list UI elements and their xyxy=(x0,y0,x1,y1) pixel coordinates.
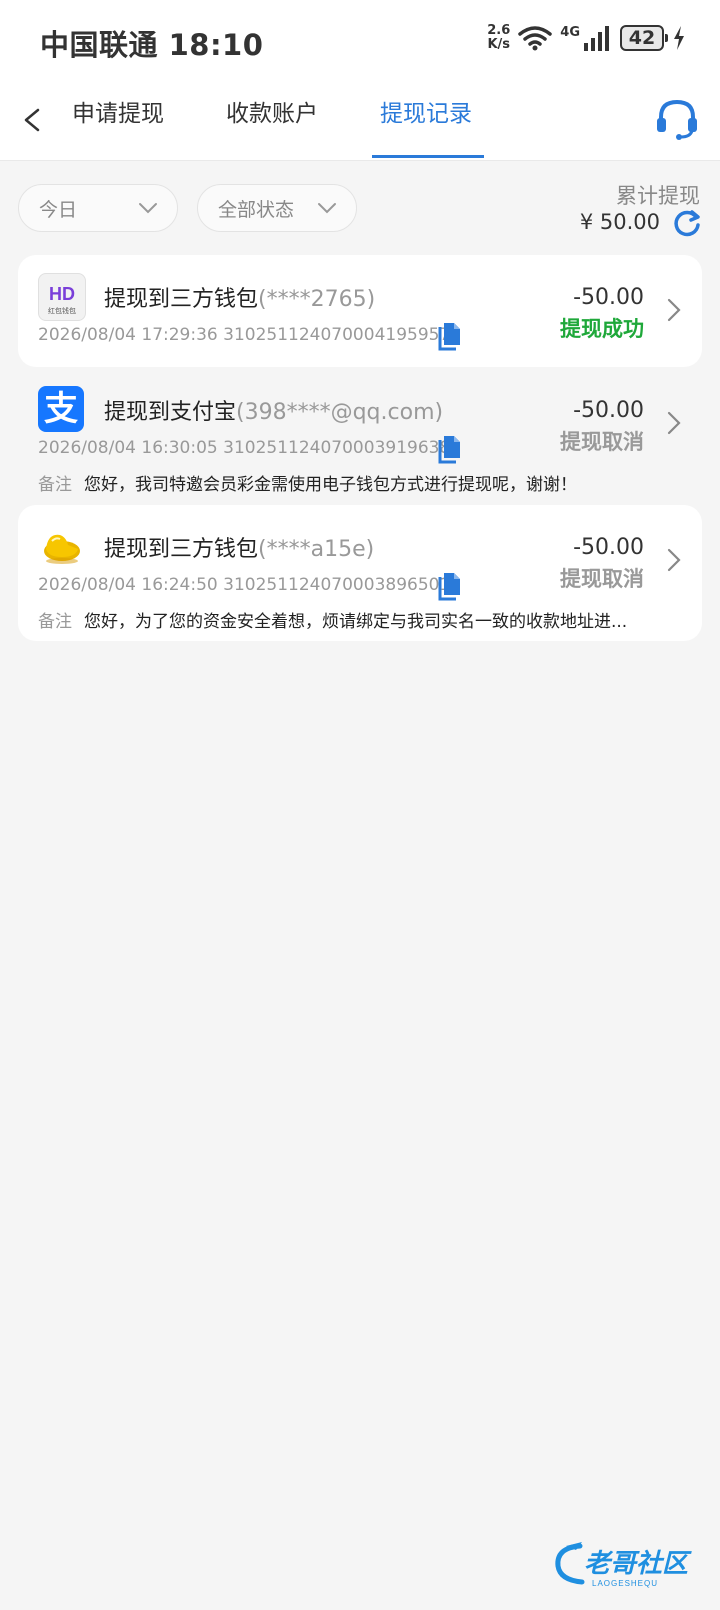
charging-icon xyxy=(674,26,684,50)
record-card[interactable]: 支 提现到支付宝(398****@qq.com) 2026/08/04 16:3… xyxy=(18,368,702,495)
chevron-down-icon xyxy=(318,203,336,214)
record-status: 提现取消 xyxy=(560,430,644,454)
signal-icon xyxy=(584,26,609,51)
record-card[interactable]: 提现到三方钱包(****a15e) 2026/08/04 16:24:50 31… xyxy=(18,505,702,641)
tab-payee-accounts[interactable]: 收款账户 xyxy=(226,98,318,158)
copy-icon[interactable] xyxy=(436,434,462,464)
record-amount: -50.00 xyxy=(573,285,644,310)
record-status: 提现取消 xyxy=(560,567,644,591)
carrier-time: 中国联通 18:10 xyxy=(40,28,264,62)
status-filter[interactable]: 全部状态 xyxy=(197,184,357,232)
status-bar: 中国联通 18:10 2.6 K/s 4G 42 xyxy=(0,0,720,82)
gold-shoe-logo xyxy=(38,523,84,569)
chevron-right-icon xyxy=(667,298,681,322)
date-filter[interactable]: 今日 xyxy=(18,184,178,232)
record-title: 提现到三方钱包(****2765) xyxy=(104,287,376,312)
status-filter-label: 全部状态 xyxy=(218,198,295,221)
community-watermark-logo: 老哥社区 LAOGESHEQU xyxy=(555,1542,692,1588)
record-card[interactable]: HD 红包钱包 提现到三方钱包(****2765) 2026/08/04 17:… xyxy=(18,255,702,367)
tab-apply-withdraw[interactable]: 申请提现 xyxy=(72,98,164,158)
battery-icon: 42 xyxy=(620,25,668,51)
record-amount: -50.00 xyxy=(573,535,644,560)
record-datetime-id: 2026/08/04 16:24:50 31025112407000389650… xyxy=(38,575,451,595)
copy-icon[interactable] xyxy=(436,321,462,351)
copy-icon[interactable] xyxy=(436,571,462,601)
record-status: 提现成功 xyxy=(560,317,644,341)
total-withdraw-label: 累计提现 xyxy=(616,184,700,208)
record-account: (398****@qq.com) xyxy=(236,400,444,425)
chevron-down-icon xyxy=(139,203,157,214)
svg-text:HD: HD xyxy=(49,284,75,304)
nav-bar: 申请提现 收款账户 提现记录 xyxy=(0,82,720,161)
record-account: (****a15e) xyxy=(258,537,375,562)
alipay-logo: 支 xyxy=(38,386,84,432)
date-filter-label: 今日 xyxy=(39,198,78,221)
record-title: 提现到支付宝(398****@qq.com) xyxy=(104,400,444,425)
active-tab-indicator xyxy=(372,155,484,158)
back-icon[interactable] xyxy=(14,100,50,140)
chevron-right-icon xyxy=(667,548,681,572)
svg-text:老哥社区: 老哥社区 xyxy=(584,1549,692,1579)
chevron-right-icon xyxy=(667,411,681,435)
network-speed: 2.6 K/s xyxy=(487,23,511,52)
total-withdraw-amount: ¥ 50.00 xyxy=(579,210,660,234)
wifi-icon xyxy=(518,26,553,51)
headset-icon[interactable] xyxy=(654,96,700,142)
record-datetime-id: 2026/08/04 17:29:36 31025112407000419595… xyxy=(38,325,451,345)
hd-wallet-logo: HD 红包钱包 xyxy=(38,273,86,321)
hd-logo-caption: 红包钱包 xyxy=(48,306,76,315)
record-remark: 备注 您好，我司特邀会员彩金需使用电子钱包方式进行提现呢，谢谢！ xyxy=(38,475,577,495)
status-icons: 2.6 K/s 4G 42 xyxy=(487,24,686,52)
record-remark: 备注 您好，为了您的资金安全着想，烦请绑定与我司实名一致的收款地址进... xyxy=(38,612,628,632)
svg-text:LAOGESHEQU: LAOGESHEQU xyxy=(592,1579,658,1588)
tab-withdraw-records[interactable]: 提现记录 xyxy=(380,98,472,158)
record-title: 提现到三方钱包(****a15e) xyxy=(104,537,375,562)
record-amount: -50.00 xyxy=(573,398,644,423)
record-datetime-id: 2026/08/04 16:30:05 31025112407000391963… xyxy=(38,438,451,458)
refresh-icon[interactable] xyxy=(672,208,702,238)
network-type: 4G xyxy=(560,24,580,40)
record-account: (****2765) xyxy=(258,287,376,312)
